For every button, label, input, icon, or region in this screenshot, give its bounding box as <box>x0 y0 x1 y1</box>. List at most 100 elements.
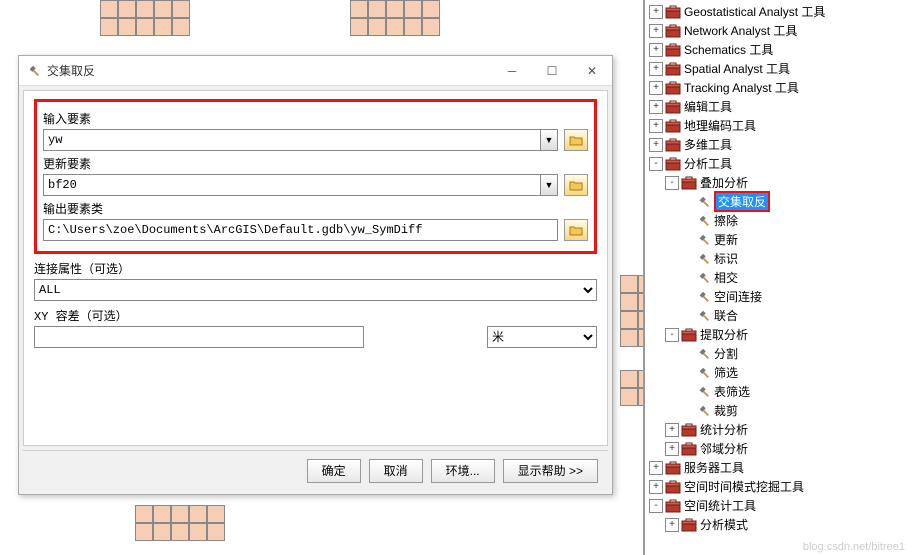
folder-icon <box>569 224 583 236</box>
tree-node-label: 分析模式 <box>700 516 748 533</box>
tree-row[interactable]: - 提取分析 <box>645 325 915 344</box>
tree-row[interactable]: + 服务器工具 <box>645 458 915 477</box>
tree-row[interactable]: 表筛选 <box>645 382 915 401</box>
tree-node-label: 交集取反 <box>714 191 770 212</box>
tree-row[interactable]: 空间连接 <box>645 287 915 306</box>
tree-row[interactable]: 相交 <box>645 268 915 287</box>
expand-toggle[interactable]: - <box>649 499 663 513</box>
hammer-icon <box>27 64 41 78</box>
tree-node-label: 分割 <box>714 345 738 362</box>
tree-node-label: 更新 <box>714 231 738 248</box>
expand-toggle[interactable]: + <box>649 480 663 494</box>
expand-toggle[interactable]: - <box>665 176 679 190</box>
tree-row[interactable]: 标识 <box>645 249 915 268</box>
tree-node-label: Spatial Analyst 工具 <box>684 60 790 77</box>
tree-node-label: 联合 <box>714 307 738 324</box>
watermark: blog.csdn.net/bitree1 <box>803 541 905 553</box>
expand-toggle[interactable]: - <box>665 328 679 342</box>
dialog-title: 交集取反 <box>47 62 492 79</box>
tree-node-label: 地理编码工具 <box>684 117 756 134</box>
tree-node-label: 统计分析 <box>700 421 748 438</box>
tree-row[interactable]: -分析工具 <box>645 154 915 173</box>
tree-row[interactable]: 更新 <box>645 230 915 249</box>
folder-icon <box>569 179 583 191</box>
xy-tolerance-label: XY 容差（可选） <box>34 307 597 324</box>
update-features-label: 更新要素 <box>43 155 588 172</box>
expand-toggle[interactable]: + <box>649 62 663 76</box>
titlebar[interactable]: 交集取反 ─ ☐ ✕ <box>19 56 612 86</box>
update-features-browse[interactable] <box>564 174 588 196</box>
tree-row[interactable]: 分割 <box>645 344 915 363</box>
tree-node-label: 表筛选 <box>714 383 750 400</box>
tree-node-label: 叠加分析 <box>700 174 748 191</box>
expand-toggle[interactable]: - <box>649 157 663 171</box>
expand-toggle[interactable]: + <box>649 24 663 38</box>
tree-node-label: 邻域分析 <box>700 440 748 457</box>
tree-row[interactable]: +Network Analyst 工具 <box>645 21 915 40</box>
tree-node-label: 筛选 <box>714 364 738 381</box>
toolbox-tree[interactable]: +Geostatistical Analyst 工具+Network Analy… <box>643 0 915 555</box>
show-help-button[interactable]: 显示帮助 >> <box>503 459 598 483</box>
update-features-dropdown[interactable]: ▼ <box>540 174 558 196</box>
expand-toggle[interactable]: + <box>665 423 679 437</box>
tree-node-label: 相交 <box>714 269 738 286</box>
expand-toggle[interactable]: + <box>649 461 663 475</box>
close-button[interactable]: ✕ <box>572 56 612 86</box>
output-class-field[interactable] <box>43 219 558 241</box>
tree-row[interactable]: 裁剪 <box>645 401 915 420</box>
tree-node-label: 裁剪 <box>714 402 738 419</box>
tree-row[interactable]: +编辑工具 <box>645 97 915 116</box>
tree-row[interactable]: 联合 <box>645 306 915 325</box>
tree-row[interactable]: + 空间时间模式挖掘工具 <box>645 477 915 496</box>
tree-node-label: Schematics 工具 <box>684 41 773 58</box>
tree-node-label: 擦除 <box>714 212 738 229</box>
expand-toggle[interactable]: + <box>649 81 663 95</box>
tree-node-label: 空间时间模式挖掘工具 <box>684 478 804 495</box>
tree-node-label: 服务器工具 <box>684 459 744 476</box>
tree-row[interactable]: +Geostatistical Analyst 工具 <box>645 2 915 21</box>
tree-row[interactable]: 筛选 <box>645 363 915 382</box>
ok-button[interactable]: 确定 <box>307 459 361 483</box>
tree-row[interactable]: + Schematics 工具 <box>645 40 915 59</box>
cancel-button[interactable]: 取消 <box>369 459 423 483</box>
tree-row[interactable]: + Spatial Analyst 工具 <box>645 59 915 78</box>
tree-row[interactable]: + 统计分析 <box>645 420 915 439</box>
expand-toggle[interactable]: + <box>649 5 663 19</box>
xy-tolerance-field[interactable] <box>34 326 364 348</box>
expand-toggle[interactable]: + <box>649 43 663 57</box>
dialog-footer: 确定 取消 环境... 显示帮助 >> <box>23 450 608 490</box>
update-features-field[interactable] <box>43 174 540 196</box>
join-attr-label: 连接属性（可选） <box>34 260 597 277</box>
maximize-button[interactable]: ☐ <box>532 56 572 86</box>
tree-row[interactable]: + 分析模式 <box>645 515 915 534</box>
environments-button[interactable]: 环境... <box>431 459 495 483</box>
minimize-button[interactable]: ─ <box>492 56 532 86</box>
input-features-dropdown[interactable]: ▼ <box>540 129 558 151</box>
tree-node-label: 多维工具 <box>684 136 732 153</box>
tree-node-label: 空间连接 <box>714 288 762 305</box>
tree-row[interactable]: 交集取反 <box>645 192 915 211</box>
highlight-frame: 输入要素 ▼ 更新要素 ▼ 输出要素类 <box>34 99 597 254</box>
expand-toggle[interactable]: + <box>649 138 663 152</box>
join-attr-select[interactable]: ALL <box>34 279 597 301</box>
expand-toggle[interactable]: + <box>665 518 679 532</box>
output-class-browse[interactable] <box>564 219 588 241</box>
symdiff-dialog: 交集取反 ─ ☐ ✕ 输入要素 ▼ 更新要素 ▼ 输出要素类 <box>18 55 613 495</box>
tree-row[interactable]: + 邻域分析 <box>645 439 915 458</box>
expand-toggle[interactable]: + <box>665 442 679 456</box>
tree-node-label: 提取分析 <box>700 326 748 343</box>
tree-row[interactable]: + Tracking Analyst 工具 <box>645 78 915 97</box>
tree-row[interactable]: 擦除 <box>645 211 915 230</box>
tree-node-label: 空间统计工具 <box>684 497 756 514</box>
input-features-field[interactable] <box>43 129 540 151</box>
tree-row[interactable]: - 空间统计工具 <box>645 496 915 515</box>
tree-row[interactable]: - 叠加分析 <box>645 173 915 192</box>
tree-row[interactable]: + 多维工具 <box>645 135 915 154</box>
xy-unit-select[interactable]: 米 <box>487 326 597 348</box>
expand-toggle[interactable]: + <box>649 119 663 133</box>
input-features-browse[interactable] <box>564 129 588 151</box>
output-class-label: 输出要素类 <box>43 200 588 217</box>
tree-node-label: Tracking Analyst 工具 <box>684 79 799 96</box>
tree-row[interactable]: + 地理编码工具 <box>645 116 915 135</box>
expand-toggle[interactable]: + <box>649 100 663 114</box>
